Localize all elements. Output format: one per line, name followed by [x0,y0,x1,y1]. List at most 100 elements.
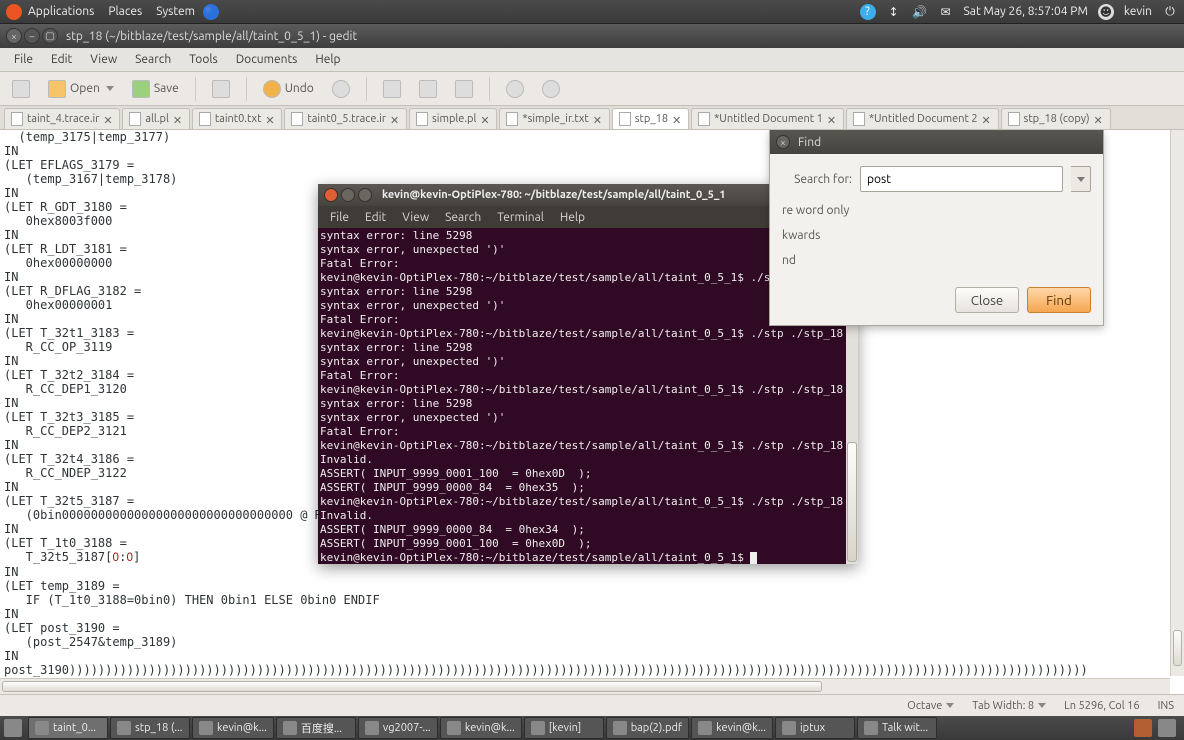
scrollbar-thumb[interactable] [1173,630,1182,666]
replace-button[interactable] [536,76,566,102]
menu-help[interactable]: Help [307,51,348,68]
close-icon[interactable]: ✕ [672,114,682,124]
find-dialog: × Find Search for: re word only kwards n… [769,130,1104,326]
tab-label: *Untitled Document 1 [714,113,823,125]
taskbar-item[interactable]: kevin@k... [691,717,773,739]
horizontal-scrollbar[interactable] [0,678,1170,694]
open-button[interactable]: Open [42,76,120,102]
close-icon[interactable]: ✕ [103,114,113,124]
find-close-btn[interactable]: Close [955,287,1019,313]
help-icon[interactable]: ? [860,4,876,20]
terminal-minimize-button[interactable] [341,188,355,202]
close-icon[interactable]: ✕ [265,114,275,124]
tab-width-selector[interactable]: Tab Width: 8 [972,700,1046,712]
taskbar-item[interactable]: taint_0... [28,717,108,739]
tab-strip: taint_4.trace.ir✕all.pl✕taint0.txt✕taint… [0,106,1184,130]
editor-tab[interactable]: taint_4.trace.ir✕ [4,108,120,129]
insert-mode[interactable]: INS [1158,700,1174,712]
term-menu-help[interactable]: Help [554,210,591,225]
terminal-maximize-button[interactable] [358,188,372,202]
search-input[interactable] [860,166,1063,192]
menu-system[interactable]: System [156,5,195,18]
window-minimize-button[interactable]: – [24,28,40,44]
menu-search[interactable]: Search [127,51,179,68]
wrap-around-checkbox[interactable]: nd [782,254,1091,267]
close-icon[interactable]: ✕ [593,114,603,124]
close-icon[interactable]: ✕ [390,114,400,124]
close-icon[interactable]: ✕ [827,114,837,124]
search-backwards-checkbox[interactable]: kwards [782,229,1091,242]
scrollbar-thumb[interactable] [2,681,822,692]
term-menu-view[interactable]: View [396,210,435,225]
taskbar-item[interactable]: bap(2).pdf [606,717,689,739]
editor-tab[interactable]: taint0.txt✕ [192,108,283,129]
print-button[interactable] [206,76,236,102]
taskbar-item[interactable]: stp_18 (... [110,717,190,739]
taskbar-item[interactable]: iptux [775,717,855,739]
menu-documents[interactable]: Documents [228,51,306,68]
save-button[interactable]: Save [126,76,185,102]
user-name[interactable]: kevin [1124,5,1152,18]
menu-view[interactable]: View [82,51,125,68]
editor-tab[interactable]: *Untitled Document 1 ✕ [691,108,844,129]
menu-applications[interactable]: Applications [28,5,94,18]
window-maximize-button[interactable]: ▢ [42,28,58,44]
redo-button[interactable] [326,76,356,102]
close-icon[interactable]: ✕ [1094,114,1104,124]
ubuntu-logo-icon[interactable] [6,4,22,20]
taskbar-item[interactable]: [kevin] [524,717,604,739]
find-replace-icon [542,80,560,98]
menu-file[interactable]: File [6,51,41,68]
vertical-scrollbar[interactable] [1170,130,1184,676]
menu-edit[interactable]: Edit [43,51,80,68]
find-close-button[interactable]: × [776,135,790,149]
network-icon[interactable]: ↕ [886,4,902,20]
paste-button[interactable] [449,76,479,102]
editor-tab[interactable]: *simple_ir.txt✕ [499,108,609,129]
menu-tools[interactable]: Tools [181,51,226,68]
editor-tab[interactable]: simple.pl✕ [409,108,497,129]
volume-icon[interactable]: 🔊 [912,4,928,20]
power-icon[interactable]: ⏻ [1162,4,1178,20]
cut-button[interactable] [377,76,407,102]
editor-tab[interactable]: all.pl✕ [122,108,189,129]
taskbar-item[interactable]: 百度搜... [276,717,356,739]
language-selector[interactable]: Octave [907,700,954,712]
paste-icon [455,80,473,98]
firefox-icon[interactable] [203,4,219,20]
term-menu-file[interactable]: File [324,210,355,225]
taskbar-item[interactable]: vg2007-... [358,717,438,739]
editor-area[interactable]: (temp_3175|temp_3177) IN (LET EFLAGS_317… [0,130,1184,694]
term-menu-terminal[interactable]: Terminal [491,210,550,225]
close-icon[interactable]: ✕ [173,114,183,124]
editor-tab[interactable]: stp_18 (copy)✕ [1001,108,1111,129]
match-word-checkbox[interactable]: re word only [782,204,1091,217]
show-desktop-button[interactable] [4,719,22,737]
taskbar-item[interactable]: kevin@k... [192,717,274,739]
term-menu-edit[interactable]: Edit [359,210,392,225]
find-button[interactable] [500,76,530,102]
close-icon[interactable]: ✕ [982,114,992,124]
editor-tab[interactable]: stp_18✕ [612,108,689,129]
mail-icon[interactable]: ✉ [938,4,954,20]
find-next-btn[interactable]: Find [1027,287,1091,313]
window-close-button[interactable]: × [6,28,22,44]
search-history-dropdown[interactable] [1071,166,1091,192]
scrollbar-thumb[interactable] [847,442,857,562]
copy-button[interactable] [413,76,443,102]
search-for-label: Search for: [782,173,852,186]
trash-icon[interactable] [1158,719,1176,737]
editor-tab[interactable]: taint0_5.trace.ir✕ [284,108,407,129]
editor-tab[interactable]: *Untitled Document 2✕ [846,108,999,129]
clock[interactable]: Sat May 26, 8:57:04 PM [964,5,1088,18]
taskbar-item[interactable]: kevin@k... [440,717,522,739]
user-icon[interactable]: ☻ [1098,4,1114,20]
undo-button[interactable]: Undo [257,76,320,102]
taskbar-item[interactable]: Talk wit... [857,717,937,739]
menu-places[interactable]: Places [108,5,142,18]
close-icon[interactable]: ✕ [480,114,490,124]
term-menu-search[interactable]: Search [439,210,487,225]
terminal-close-button[interactable] [324,188,338,202]
workspace-switcher[interactable] [1134,719,1152,737]
new-button[interactable] [6,76,36,102]
